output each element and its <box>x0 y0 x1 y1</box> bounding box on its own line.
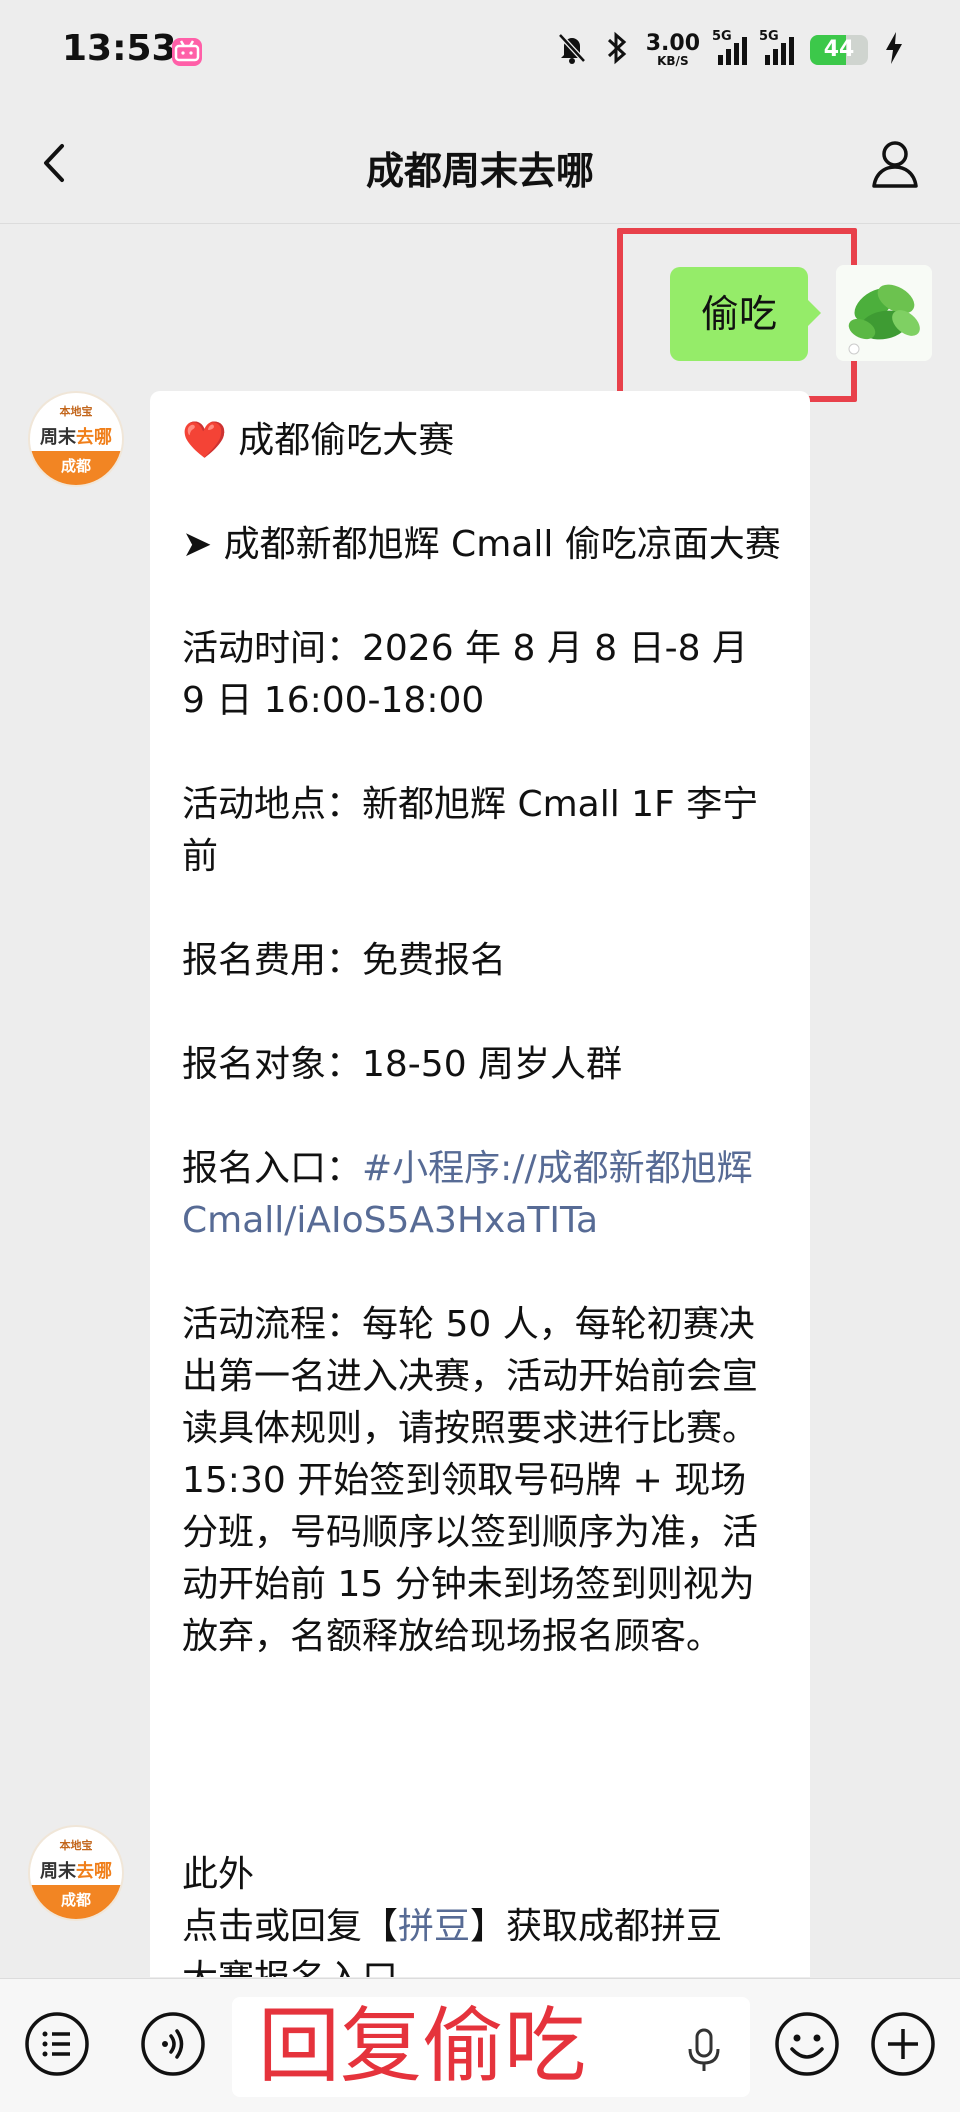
network-speed: 3.00 KB/S <box>645 31 700 68</box>
my-avatar[interactable] <box>836 265 932 361</box>
event-fee: 报名费用：免费报名 <box>182 940 507 981</box>
chat-area[interactable]: 偷吃 本地宝 周末去哪 成都 ❤️ 成都偷吃大赛 ➤ 成都新都旭辉 Cmall … <box>0 225 960 1977</box>
event-name: ➤ 成都新都旭辉 Cmall 偷吃凉面大赛 <box>182 524 781 565</box>
chat-title: 成都周末去哪 <box>365 149 594 193</box>
incoming-message-bubble-2[interactable]: 此外 点击或回复【拼豆】获取成都拼豆 大赛报名入口 <box>150 1825 810 1977</box>
event-time: 活动时间：2026 年 8 月 8 日-8 月 9 日 16:00-18:00 <box>182 628 748 721</box>
voice-button[interactable] <box>140 2011 206 2077</box>
bot-avatar-2[interactable]: 本地宝 周末去哪 成都 <box>28 1825 124 1921</box>
mute-bell-icon <box>556 31 588 69</box>
battery-icon: 44 <box>810 35 868 65</box>
event-target: 报名对象：18-50 周岁人群 <box>182 1044 623 1085</box>
plus-icon <box>871 2012 935 2076</box>
bot-avatar[interactable]: 本地宝 周末去哪 成都 <box>28 391 124 487</box>
status-bar: 13:53 3.00 KB/S 5G 5G 44 <box>0 0 960 100</box>
smiley-icon <box>775 2012 839 2076</box>
event-place: 活动地点：新都旭辉 Cmall 1F 李宁前 <box>182 784 759 877</box>
profile-button[interactable] <box>868 136 922 190</box>
microphone-icon[interactable] <box>684 2027 724 2073</box>
bilibili-app-icon <box>172 38 202 66</box>
chat-header: 成都周末去哪 <box>0 100 960 224</box>
message-title: ❤️ 成都偷吃大赛 <box>182 420 455 461</box>
event-flow: 活动流程：每轮 50 人，每轮初赛决出第一名进入决赛，活动开始前会宣读具体规则，… <box>182 1304 759 1657</box>
menu-button[interactable] <box>24 2011 90 2077</box>
more-button[interactable] <box>870 2011 936 2077</box>
bluetooth-icon <box>604 31 630 69</box>
list-menu-icon <box>25 2012 89 2076</box>
heart-icon: ❤️ <box>182 420 227 461</box>
status-time: 13:53 <box>62 28 177 69</box>
leaves-avatar-image <box>836 265 932 361</box>
message-line: 此外 <box>182 1854 255 1895</box>
signal-5g-icon-2: 5G <box>759 29 794 65</box>
emoji-button[interactable] <box>774 2011 840 2077</box>
annotation-reply-text: 回复偷吃 <box>258 1999 587 2094</box>
outgoing-message-bubble[interactable]: 偷吃 <box>670 267 821 361</box>
message-input[interactable]: 回复偷吃 <box>232 1997 750 2097</box>
person-icon <box>872 141 918 188</box>
input-bar: 回复偷吃 <box>0 1978 960 2112</box>
incoming-message-bubble[interactable]: ❤️ 成都偷吃大赛 ➤ 成都新都旭辉 Cmall 偷吃凉面大赛 活动时间：202… <box>150 391 810 1977</box>
message-line: 点击或回复【拼豆】获取成都拼豆 <box>182 1906 723 1947</box>
signal-5g-icon: 5G <box>712 29 747 65</box>
message-line: 大赛报名入口 <box>182 1953 782 1977</box>
event-entry: 报名入口：#小程序://成都新都旭辉 Cmall/iAIoS5A3HxaTITa <box>182 1148 753 1241</box>
voice-wave-icon <box>141 2012 205 2076</box>
charging-icon <box>884 30 904 70</box>
keyword-link[interactable]: 拼豆 <box>398 1906 470 1947</box>
